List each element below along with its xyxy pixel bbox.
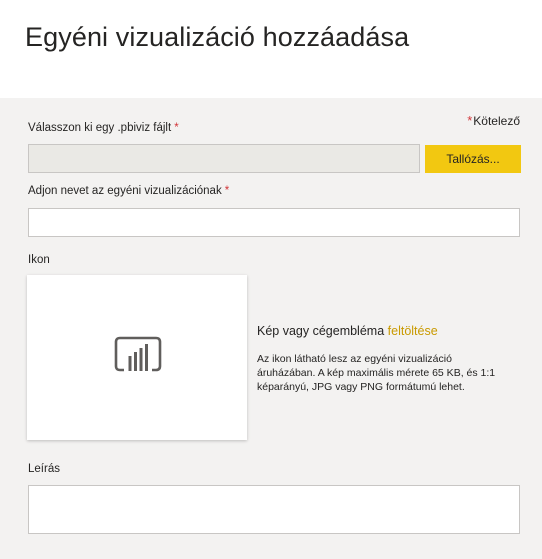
browse-button[interactable]: Tallózás... (425, 145, 521, 173)
required-legend-text: Kötelező (473, 114, 520, 128)
required-legend: *Kötelező (467, 113, 520, 128)
required-star: * (174, 122, 179, 134)
upload-help-line: Az ikon látható lesz az egyéni vizualizá… (257, 353, 452, 365)
report-chart-icon (114, 336, 162, 372)
dialog-title: Egyéni vizualizáció hozzáadása (25, 22, 410, 52)
icon-label: Ikon (28, 254, 50, 266)
file-field-label-text: Válasszon ki egy .pbiviz fájlt (28, 122, 172, 134)
name-field-label: Adjon nevet az egyéni vizualizációnak * (28, 185, 229, 197)
required-star: * (224, 185, 230, 197)
pbiviz-file-input[interactable] (28, 144, 420, 173)
description-label: Leírás (28, 463, 60, 475)
description-textarea[interactable] (28, 485, 520, 534)
name-field-label-text: Adjon nevet az egyéni vizualizációnak (28, 185, 222, 197)
upload-link[interactable]: feltöltése (388, 324, 438, 338)
add-custom-visual-dialog: Egyéni vizualizáció hozzáadása *Kötelező… (0, 0, 542, 559)
dialog-header: Egyéni vizualizáció hozzáadása (0, 0, 542, 98)
upload-heading: Kép vagy cégembléma feltöltése (257, 324, 438, 338)
visual-name-input[interactable] (28, 208, 520, 237)
upload-help-line: áruházában. A kép maximális mérete 65 KB… (257, 367, 496, 379)
upload-help-line: képarányú, JPG vagy PNG formátumú lehet. (257, 381, 465, 393)
upload-help-text: Az ikon látható lesz az egyéni vizualizá… (257, 352, 522, 394)
required-star: * (467, 113, 473, 128)
icon-upload-tile[interactable] (27, 275, 247, 440)
file-field-label: Válasszon ki egy .pbiviz fájlt * (28, 122, 179, 134)
upload-heading-text: Kép vagy cégembléma (257, 324, 385, 338)
